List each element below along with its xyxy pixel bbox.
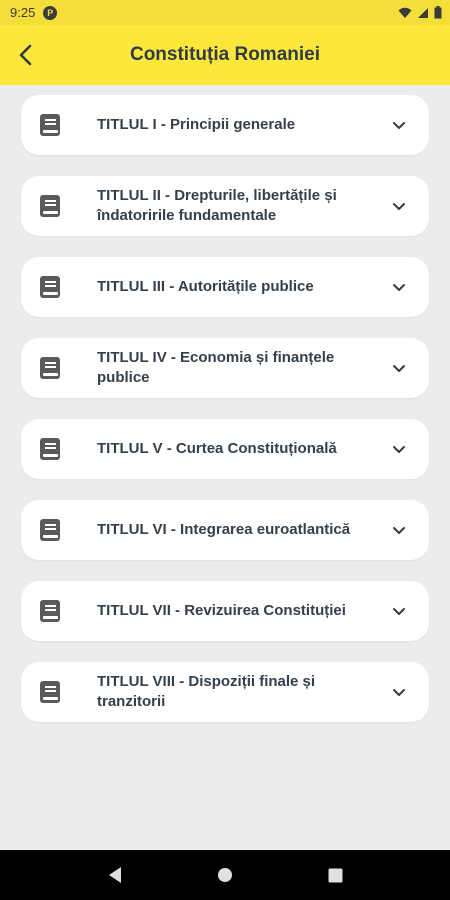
back-button[interactable] xyxy=(10,39,42,71)
title-list-item-8[interactable]: TITLUL VIII - Dispoziții finale și tranz… xyxy=(21,662,429,722)
title-label: TITLUL VIII - Dispoziții finale și tranz… xyxy=(97,673,316,710)
book-icon xyxy=(40,681,60,703)
title-list-item-1[interactable]: TITLUL I - Principii generale xyxy=(21,95,429,155)
status-bar: 9:25 P xyxy=(0,0,450,25)
title-label: TITLUL IV - Economia și finanțele public… xyxy=(97,349,335,386)
title-label: TITLUL I - Principii generale xyxy=(97,116,296,133)
book-icon xyxy=(40,114,60,136)
nav-recents-button[interactable] xyxy=(320,860,350,890)
app-bar: Constituția Romaniei xyxy=(0,25,450,85)
book-icon xyxy=(40,600,60,622)
title-list-item-5[interactable]: TITLUL V - Curtea Constituțională xyxy=(21,419,429,479)
chevron-down-icon[interactable] xyxy=(391,441,407,457)
page-title: Constituția Romaniei xyxy=(129,44,320,65)
app-notification-icon: P xyxy=(43,5,58,20)
chevron-down-icon[interactable] xyxy=(391,522,407,538)
status-time: 9:25 xyxy=(10,5,36,20)
title-list-item-2[interactable]: TITLUL II - Drepturile, libertățile și î… xyxy=(21,176,429,236)
nav-back-icon xyxy=(109,867,121,883)
battery-icon xyxy=(434,6,442,19)
book-icon xyxy=(40,195,60,217)
title-list-item-7[interactable]: TITLUL VII - Revizuirea Constituției xyxy=(21,581,429,641)
wifi-icon xyxy=(398,7,412,18)
book-icon xyxy=(40,438,60,460)
title-label: TITLUL III - Autoritățile publice xyxy=(97,278,314,295)
system-nav-bar xyxy=(0,850,450,900)
arrow-left-icon xyxy=(19,44,32,66)
nav-home-icon xyxy=(218,868,232,882)
title-label: TITLUL V - Curtea Constituțională xyxy=(97,440,337,457)
book-icon xyxy=(40,276,60,298)
book-icon xyxy=(40,519,60,541)
title-label: TITLUL VI - Integrarea euroatlantică xyxy=(97,521,351,538)
chevron-down-icon[interactable] xyxy=(391,198,407,214)
chevron-down-icon[interactable] xyxy=(391,279,407,295)
title-list-item-4[interactable]: TITLUL IV - Economia și finanțele public… xyxy=(21,338,429,398)
title-label: TITLUL II - Drepturile, libertățile și î… xyxy=(97,187,337,224)
chevron-down-icon[interactable] xyxy=(391,117,407,133)
nav-recents-icon xyxy=(328,868,342,882)
titles-list: TITLUL I - Principii generale TITLUL II … xyxy=(0,85,450,722)
chevron-down-icon[interactable] xyxy=(391,360,407,376)
nav-back-button[interactable] xyxy=(100,860,130,890)
book-icon xyxy=(40,357,60,379)
title-list-item-6[interactable]: TITLUL VI - Integrarea euroatlantică xyxy=(21,500,429,560)
title-list-item-3[interactable]: TITLUL III - Autoritățile publice xyxy=(21,257,429,317)
chevron-down-icon[interactable] xyxy=(391,603,407,619)
title-label: TITLUL VII - Revizuirea Constituției xyxy=(97,602,346,619)
chevron-down-icon[interactable] xyxy=(391,684,407,700)
signal-icon xyxy=(418,7,428,18)
nav-home-button[interactable] xyxy=(210,860,240,890)
